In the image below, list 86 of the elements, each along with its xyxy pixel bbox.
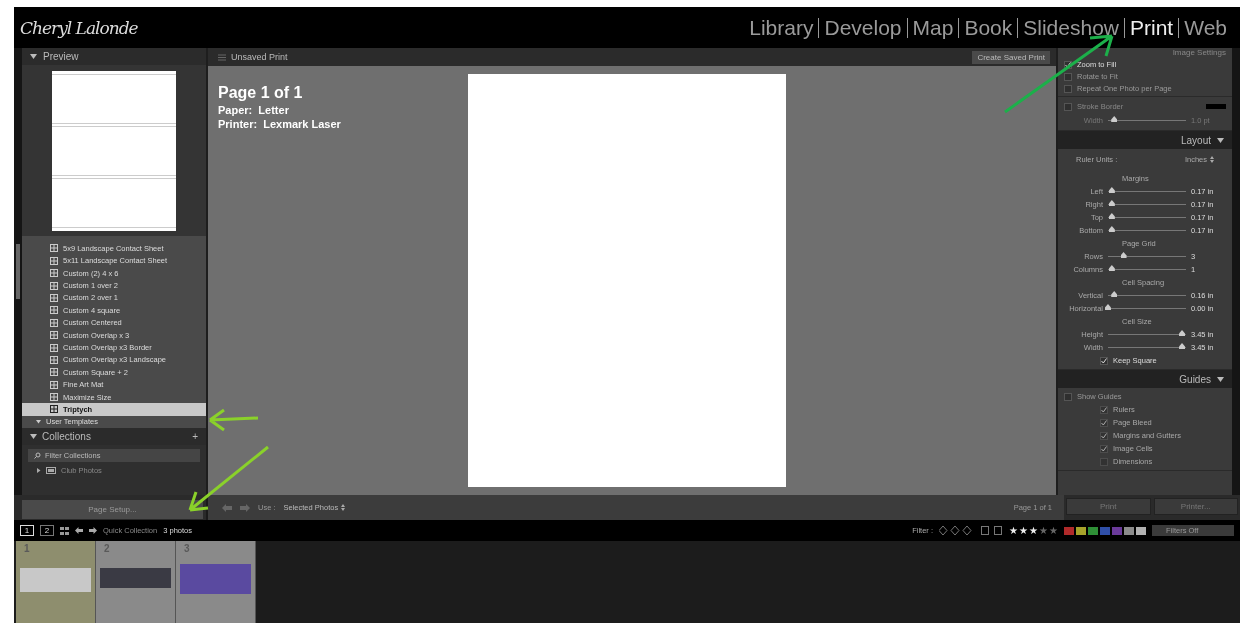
module-tab[interactable]: Develop: [819, 17, 908, 38]
color-label-filter[interactable]: [1064, 526, 1074, 535]
checkbox[interactable]: [1064, 392, 1072, 401]
module-tab[interactable]: Map: [907, 17, 960, 38]
slider-thumb[interactable]: [1179, 330, 1185, 336]
template-icon: [50, 405, 58, 414]
flag-filter-icon[interactable]: [939, 526, 975, 535]
slider-thumb[interactable]: [1111, 116, 1118, 122]
page-count-text: Page 1 of 1: [218, 84, 304, 102]
checkmark-icon: [1065, 61, 1071, 68]
module-tab[interactable]: Web: [1179, 17, 1232, 38]
template-icon: [50, 368, 58, 377]
slider-thumb[interactable]: [1108, 187, 1115, 193]
stepper-arrows-icon: [341, 504, 346, 511]
panel-header[interactable]: Guides: [1058, 370, 1232, 388]
disclosure-triangle-icon: [1217, 375, 1224, 383]
search-icon: [34, 452, 41, 460]
slider-thumb[interactable]: [1120, 252, 1127, 258]
color-label-filter[interactable]: [1076, 526, 1086, 535]
checkbox[interactable]: [1100, 418, 1108, 427]
disclosure-triangle-icon: [36, 468, 41, 474]
checkmark-icon: [1101, 357, 1107, 364]
template-icon: [50, 244, 58, 253]
color-label-filter[interactable]: [1112, 526, 1122, 535]
template-icon: [50, 393, 58, 402]
logo-signature: Cheryl Lalonde: [20, 17, 138, 38]
checkbox[interactable]: [1100, 405, 1108, 414]
slider-thumb[interactable]: [1108, 265, 1115, 271]
slider-thumb[interactable]: [1108, 200, 1115, 206]
checkbox[interactable]: [1100, 444, 1108, 453]
slider-thumb[interactable]: [1108, 226, 1115, 232]
template-icon: [50, 293, 58, 302]
panel-header[interactable]: Layout: [1058, 131, 1232, 149]
template-icon: [50, 380, 58, 389]
view-button[interactable]: 2: [40, 525, 54, 536]
template-icon: [50, 355, 58, 364]
annotation-arrow: [208, 408, 260, 432]
module-tab[interactable]: Print: [1125, 17, 1180, 38]
checkbox[interactable]: [1100, 431, 1108, 440]
forward-arrow-icon[interactable]: [89, 527, 97, 534]
slider-thumb[interactable]: [1179, 343, 1185, 349]
printer-info-text: Printer: Lexmark Laser: [218, 118, 342, 130]
disclosure-triangle-icon: [1217, 136, 1224, 144]
disclosure-triangle-icon: [36, 419, 41, 425]
print-title: Unsaved Print: [231, 52, 288, 62]
checkbox[interactable]: [1064, 72, 1072, 81]
photo-placeholder: [20, 568, 91, 592]
photo-placeholder: [100, 568, 171, 588]
collection-set-icon: [46, 467, 56, 475]
stepper-arrows-icon: [1210, 156, 1214, 163]
slider-thumb[interactable]: [1104, 304, 1111, 310]
color-label-filter[interactable]: [1124, 526, 1134, 535]
template-icon: [50, 306, 58, 315]
template-icon: [50, 331, 58, 340]
checkbox[interactable]: [1100, 356, 1108, 365]
edit-filter-icon[interactable]: [981, 526, 1003, 535]
create-saved-print-button[interactable]: Create Saved Print: [972, 50, 1050, 64]
checkbox[interactable]: [1064, 84, 1072, 93]
disclosure-triangle-icon: [30, 53, 37, 61]
slider-thumb[interactable]: [1111, 291, 1118, 297]
template-icon: [50, 343, 58, 352]
template-icon: [50, 281, 58, 290]
color-label-filter[interactable]: [1136, 526, 1146, 535]
module-tab[interactable]: Book: [959, 17, 1019, 38]
module-tab[interactable]: Slideshow: [1018, 17, 1125, 38]
template-icon: [50, 269, 58, 278]
photo-placeholder: [180, 564, 251, 594]
drag-handle-icon: [218, 53, 226, 61]
scrollbar-thumb[interactable]: [16, 244, 20, 299]
paper-info-text: Paper: Letter: [218, 104, 290, 116]
color-label-filter[interactable]: [1100, 526, 1110, 535]
slider-thumb[interactable]: [1108, 213, 1115, 219]
view-button[interactable]: 1: [20, 525, 34, 536]
color-label-filter[interactable]: [1088, 526, 1098, 535]
star-rating-filter[interactable]: ★★★★★: [1009, 525, 1058, 536]
template-icon: [50, 318, 58, 327]
color-swatch[interactable]: [1206, 104, 1226, 109]
grid-icon[interactable]: [60, 526, 69, 535]
add-button[interactable]: +: [192, 431, 198, 443]
back-arrow-icon[interactable]: [75, 527, 83, 534]
panel-title: Image Settings: [1172, 48, 1226, 57]
module-tab[interactable]: Library: [744, 17, 820, 38]
template-icon: [50, 256, 58, 265]
checkbox[interactable]: [1064, 102, 1072, 111]
checkbox[interactable]: [1100, 457, 1108, 466]
checkbox[interactable]: [1064, 60, 1072, 69]
